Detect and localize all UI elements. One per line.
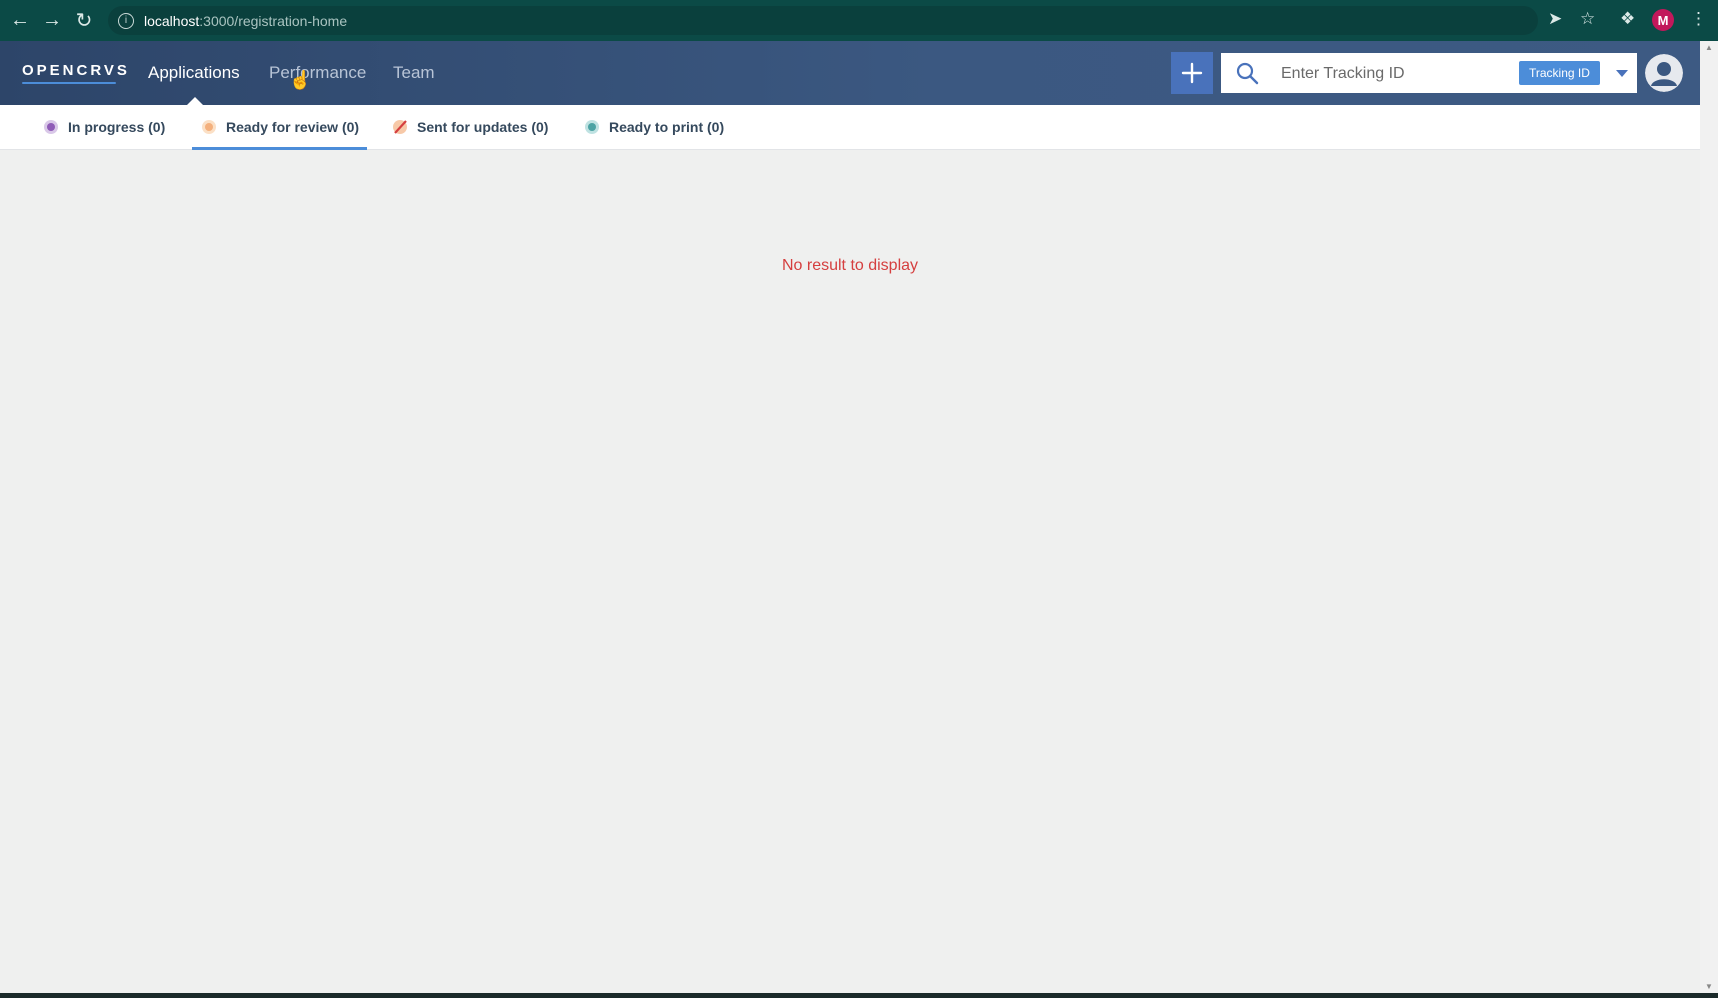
search-type-select[interactable]: Tracking ID: [1519, 61, 1600, 85]
mouse-cursor-icon: ☝: [289, 70, 312, 90]
workqueue-tabs: In progress (0) Ready for review (0) Sen…: [0, 105, 1700, 150]
back-icon[interactable]: ←: [8, 8, 32, 32]
nav-performance[interactable]: Performance: [269, 63, 366, 83]
sent-for-updates-icon: [393, 120, 407, 134]
page-scrollbar[interactable]: ▲ ▼: [1700, 41, 1718, 993]
search-icon[interactable]: [1235, 61, 1259, 85]
scroll-down-icon[interactable]: ▼: [1705, 982, 1713, 991]
app-header: OPENCRVS Applications Performance Team ☝…: [0, 41, 1700, 105]
tab-ready-to-print[interactable]: Ready to print (0): [585, 105, 724, 149]
tab-label: Sent for updates (0): [417, 119, 549, 135]
new-application-button[interactable]: [1171, 52, 1213, 94]
nav-team[interactable]: Team: [393, 63, 435, 83]
tab-label: Ready for review (0): [226, 119, 360, 135]
extensions-icon[interactable]: ❖: [1620, 9, 1635, 29]
url-path: :3000/registration-home: [199, 12, 348, 29]
tab-label: Ready to print (0): [609, 119, 725, 135]
send-icon[interactable]: ➤: [1548, 9, 1562, 29]
active-tab-indicator: [192, 147, 367, 150]
reload-icon[interactable]: ↻: [72, 8, 96, 32]
window-bottom-edge: [0, 993, 1718, 998]
tab-ready-for-review[interactable]: Ready for review (0): [202, 105, 359, 149]
bookmark-star-icon[interactable]: ☆: [1580, 9, 1595, 29]
browser-profile-avatar[interactable]: M: [1652, 9, 1674, 31]
tracking-id-input[interactable]: [1279, 53, 1513, 95]
chevron-down-icon[interactable]: [1616, 70, 1628, 77]
user-icon: [1645, 54, 1683, 92]
site-info-icon[interactable]: i: [118, 12, 134, 29]
opencrvs-logo[interactable]: OPENCRVS: [22, 62, 130, 79]
empty-state-message: No result to display: [781, 257, 919, 274]
browser-toolbar: ← → ↻ i localhost:3000/registration-home…: [0, 0, 1718, 41]
tracking-search: Tracking ID: [1221, 53, 1637, 95]
ready-to-print-icon: [585, 120, 599, 134]
tab-in-progress[interactable]: In progress (0): [44, 105, 165, 149]
tab-sent-for-updates[interactable]: Sent for updates (0): [393, 105, 548, 149]
url-host: localhost: [144, 12, 200, 29]
in-progress-icon: [44, 120, 58, 134]
user-avatar[interactable]: [1645, 54, 1683, 92]
active-nav-indicator: [187, 97, 203, 105]
ready-for-review-icon: [202, 120, 216, 134]
scroll-up-icon[interactable]: ▲: [1705, 43, 1713, 52]
nav-applications[interactable]: Applications: [148, 63, 240, 83]
app-viewport: OPENCRVS Applications Performance Team ☝…: [0, 41, 1700, 993]
forward-icon[interactable]: →: [40, 8, 64, 32]
address-bar[interactable]: i localhost:3000/registration-home: [108, 6, 1538, 35]
browser-menu-icon[interactable]: ⋮: [1690, 9, 1707, 29]
logo-underline: [22, 82, 116, 84]
tab-label: In progress (0): [68, 119, 166, 135]
plus-icon: [1181, 62, 1203, 84]
